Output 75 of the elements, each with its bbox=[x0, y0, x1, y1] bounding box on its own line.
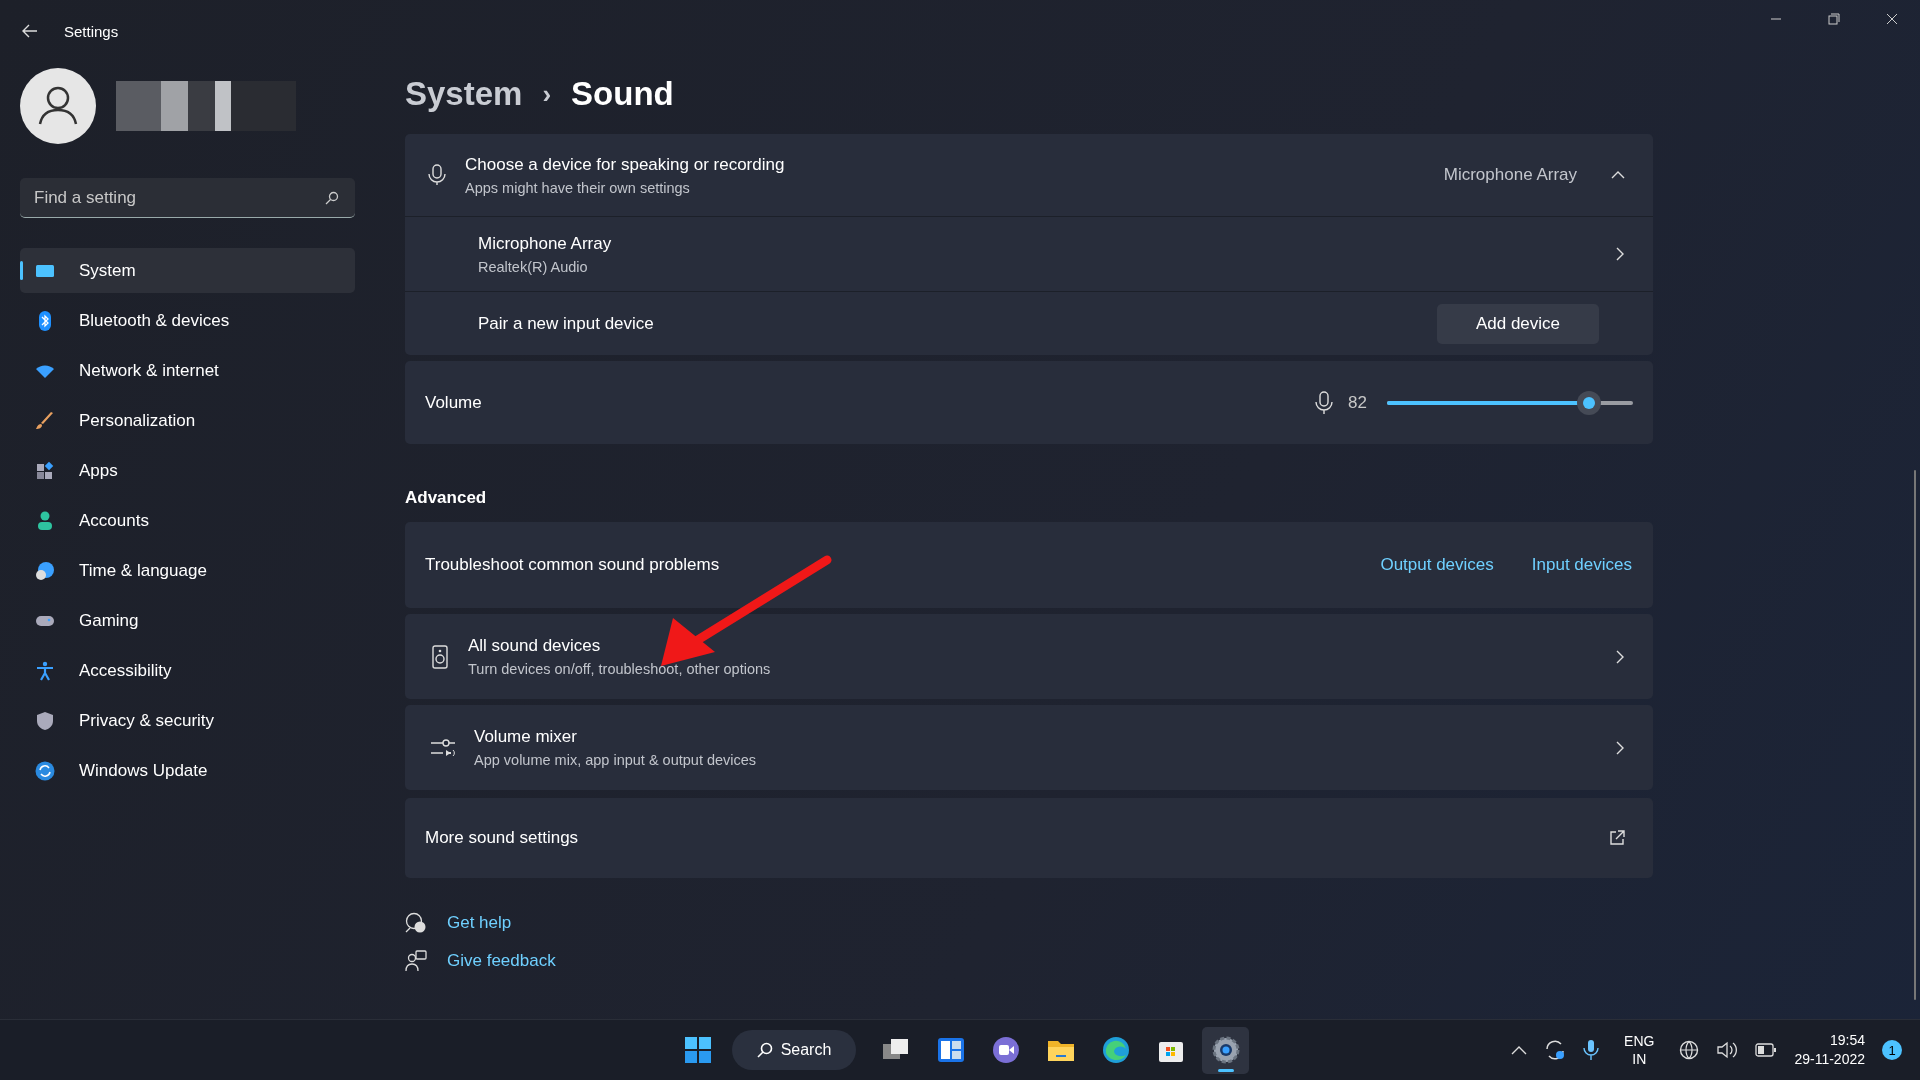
device-name: Microphone Array bbox=[478, 233, 613, 254]
breadcrumb-separator: › bbox=[542, 78, 552, 110]
speaker-icon bbox=[430, 644, 450, 669]
feedback-icon bbox=[405, 950, 427, 972]
selected-device: Microphone Array bbox=[1443, 165, 1577, 185]
troubleshoot-link[interactable]: Output devices bbox=[1380, 555, 1494, 575]
device-driver: Realtek(R) Audio bbox=[478, 258, 589, 275]
volume-icon[interactable] bbox=[1716, 1040, 1739, 1061]
troubleshoot-link[interactable]: Input devices bbox=[1531, 555, 1632, 575]
sidebar-item[interactable]: Windows Update bbox=[20, 748, 355, 793]
sidebar-item[interactable]: Personalization bbox=[20, 398, 355, 443]
microphone-icon[interactable] bbox=[1583, 1039, 1600, 1062]
row-title: Volume mixer bbox=[474, 727, 578, 747]
volume-label: Volume bbox=[425, 392, 483, 413]
sync-icon[interactable] bbox=[1544, 1039, 1567, 1062]
row-title: More sound settings bbox=[425, 828, 580, 848]
sidebar-item[interactable]: Time & language bbox=[20, 548, 355, 593]
microphone-icon bbox=[1314, 390, 1335, 415]
search-icon bbox=[325, 191, 339, 205]
chat-icon bbox=[990, 1035, 1021, 1066]
chevron-right-icon bbox=[1615, 739, 1625, 756]
avatar-icon bbox=[20, 68, 96, 144]
notification-badge[interactable]: 1 bbox=[1882, 1040, 1902, 1061]
sidebar-item[interactable]: Gaming bbox=[20, 598, 355, 643]
breadcrumb-parent[interactable]: System bbox=[405, 75, 523, 113]
search-field[interactable]: Find a setting bbox=[20, 178, 355, 218]
start-icon[interactable] bbox=[684, 1036, 712, 1065]
apps-icon bbox=[35, 460, 55, 481]
volume-slider[interactable] bbox=[1387, 390, 1633, 415]
row-title: Pair a new input device bbox=[478, 313, 655, 334]
row-title: All sound devices bbox=[468, 636, 602, 656]
shield-icon bbox=[35, 710, 55, 731]
sidebar-item[interactable]: Accessibility bbox=[20, 648, 355, 693]
restore-icon[interactable] bbox=[1828, 13, 1840, 25]
microphone-icon bbox=[427, 164, 447, 186]
settings-icon bbox=[1210, 1035, 1241, 1066]
section-heading: Advanced bbox=[405, 488, 488, 508]
mixer-icon bbox=[430, 736, 456, 759]
taskbar-search-button[interactable]: Search bbox=[732, 1030, 856, 1071]
add-device-button[interactable]: Add device bbox=[1437, 303, 1599, 344]
language-indicator[interactable]: ENG IN bbox=[1624, 1032, 1655, 1069]
window-title: Settings bbox=[64, 22, 119, 40]
update-icon bbox=[35, 760, 55, 781]
chevron-right-icon bbox=[1615, 648, 1625, 665]
row-title: Choose a device for speaking or recording bbox=[465, 154, 786, 175]
person-icon bbox=[35, 510, 55, 531]
help-link[interactable]: Give feedback bbox=[447, 951, 556, 971]
external-link-icon bbox=[1609, 830, 1625, 846]
sidebar-item[interactable]: Apps bbox=[20, 448, 355, 493]
row-title: Troubleshoot common sound problems bbox=[425, 555, 721, 575]
help-link[interactable]: Get help bbox=[447, 913, 512, 933]
clock[interactable]: 19:54 29-11-2022 bbox=[1794, 1031, 1865, 1070]
sidebar-item[interactable]: Network & internet bbox=[20, 348, 355, 393]
battery-icon[interactable] bbox=[1755, 1043, 1778, 1058]
search-icon bbox=[756, 1042, 773, 1059]
volume-reading: 82 bbox=[1348, 392, 1367, 413]
sidebar-item[interactable]: Privacy & security bbox=[20, 698, 355, 743]
row-subtitle: Turn devices on/off, troubleshoot, other options bbox=[468, 661, 772, 677]
chevron-right-icon[interactable] bbox=[1615, 246, 1625, 262]
row-subtitle: App volume mix, app input & output devices bbox=[474, 752, 758, 768]
chevron-up-icon[interactable] bbox=[1511, 1045, 1528, 1056]
row-subtitle: Apps might have their own settings bbox=[465, 179, 691, 196]
sidebar-item[interactable]: System bbox=[20, 248, 355, 293]
settings-link-row[interactable]: More sound settings bbox=[405, 798, 1653, 878]
settings-row[interactable]: All sound devices Turn devices on/off, troubleshoot, other options bbox=[405, 614, 1653, 699]
page-title: Sound bbox=[571, 75, 674, 113]
settings-row[interactable]: Volume mixer App volume mix, app input & output devices bbox=[405, 705, 1653, 790]
close-icon[interactable] bbox=[1886, 13, 1898, 25]
sidebar-item[interactable]: Accounts bbox=[20, 498, 355, 543]
taskbar-app[interactable] bbox=[1202, 1026, 1249, 1074]
back-icon[interactable] bbox=[22, 24, 38, 38]
brush-icon bbox=[35, 410, 55, 431]
help-icon bbox=[405, 912, 427, 934]
accessibility-icon bbox=[35, 660, 55, 681]
sidebar-item[interactable]: Bluetooth & devices bbox=[20, 298, 355, 343]
